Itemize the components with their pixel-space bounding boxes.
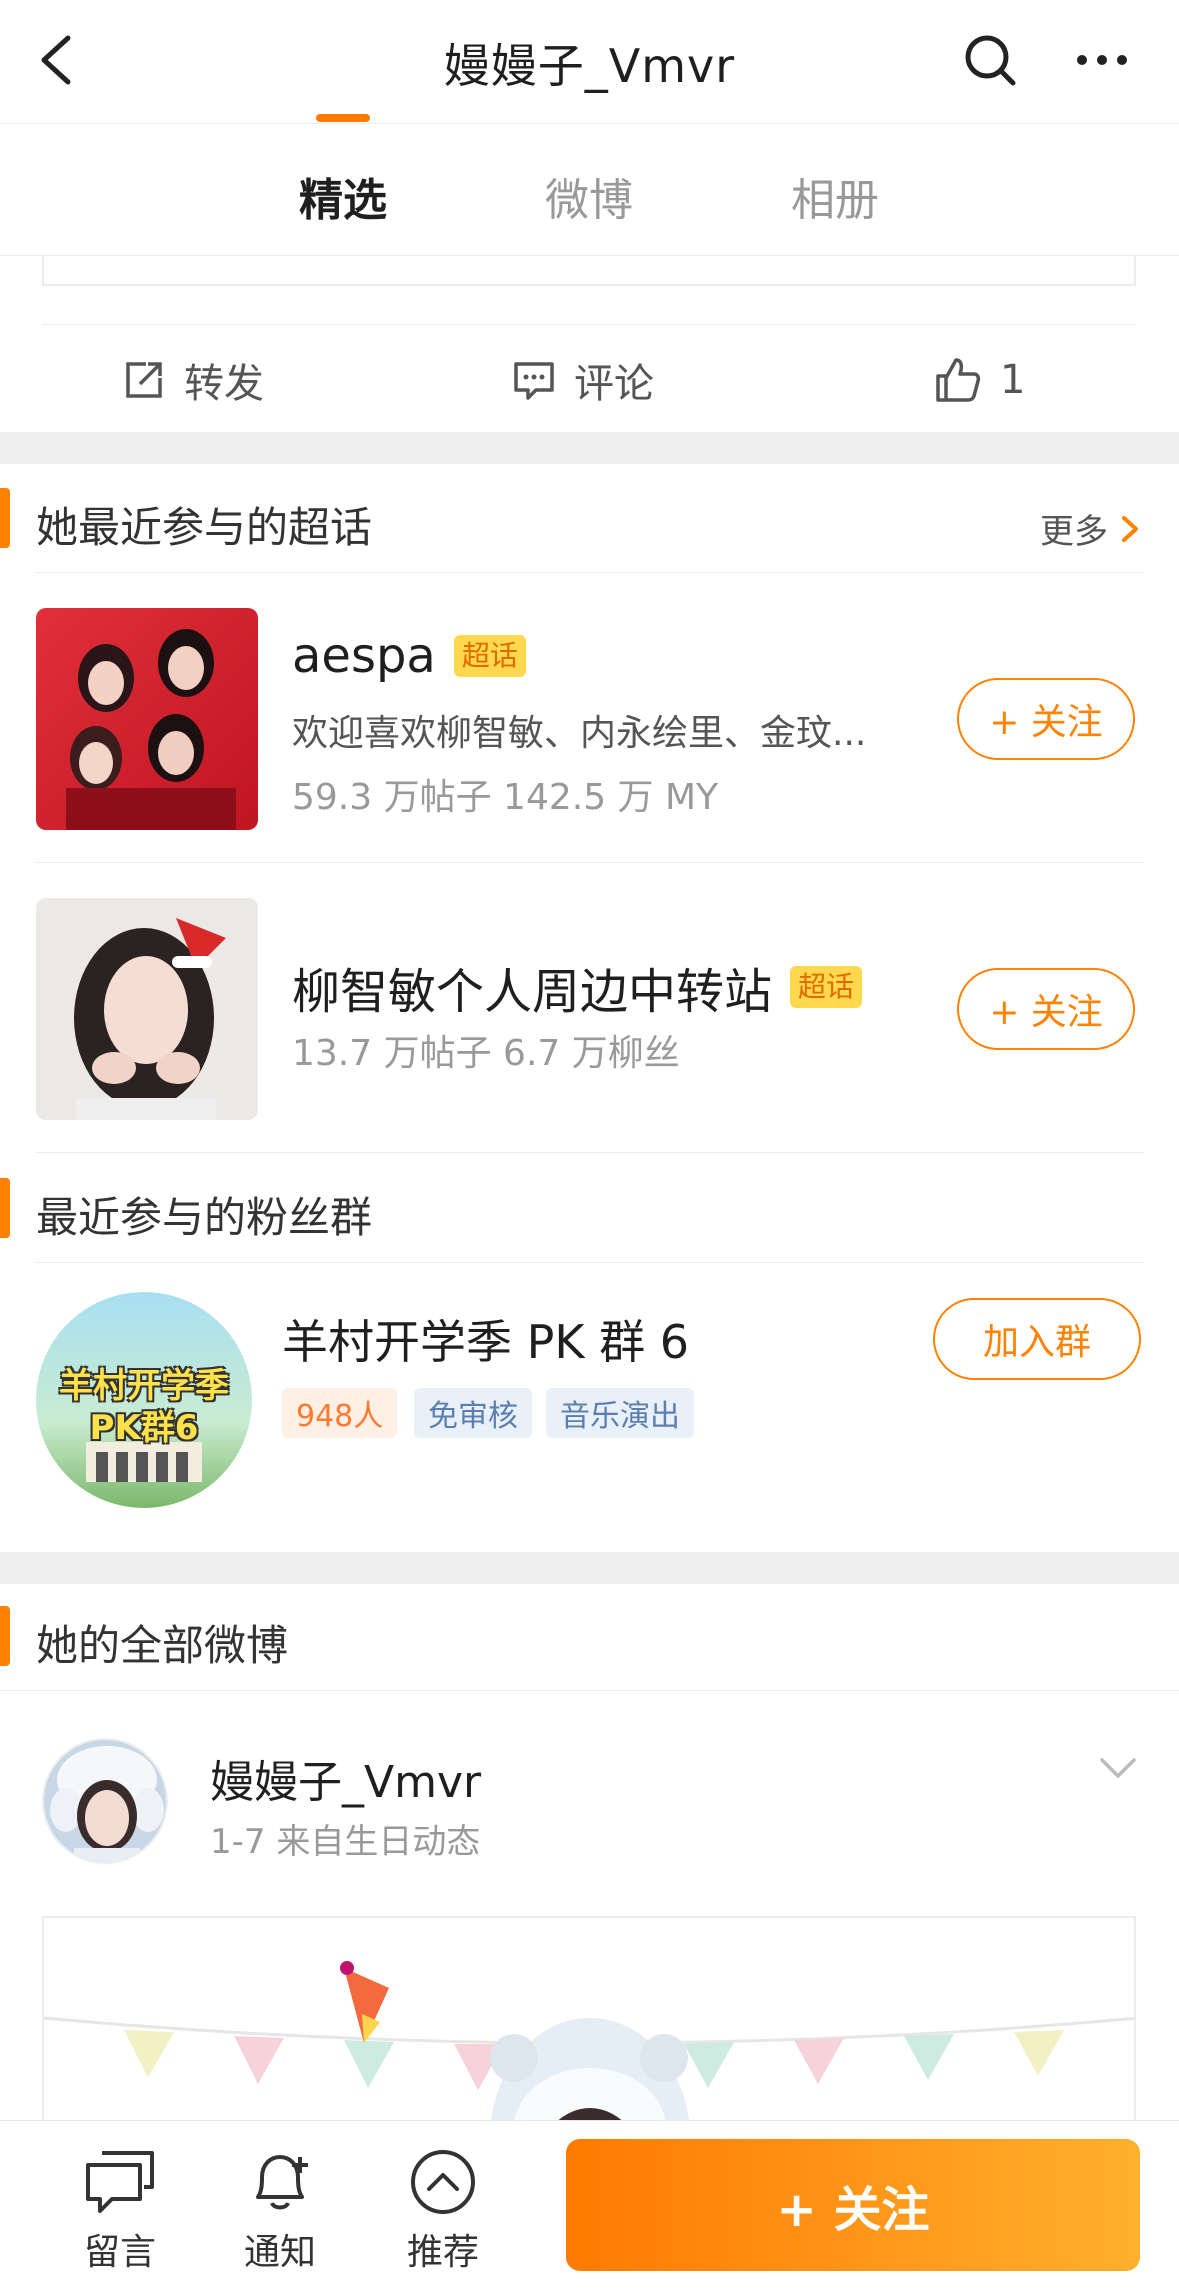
like-button[interactable]: 1 bbox=[934, 350, 1025, 410]
bottom-action-bar: 留言 通知 推荐 + 关注 bbox=[0, 2120, 1179, 2291]
avatar[interactable] bbox=[42, 1738, 168, 1864]
topic-stats: 59.3 万帖子 142.5 万 MY bbox=[292, 777, 719, 818]
super-topics-title: 她最近参与的超话 bbox=[36, 503, 373, 552]
notify-button[interactable]: 通知 bbox=[220, 2147, 340, 2275]
section-accent-bar bbox=[0, 1606, 10, 1666]
topic-name[interactable]: 柳智敏个人周边中转站 超话 bbox=[292, 952, 863, 1022]
recommend-label: 推荐 bbox=[406, 2232, 479, 2273]
all-posts-title: 她的全部微博 bbox=[36, 1621, 289, 1670]
repost-button[interactable]: 转发 bbox=[122, 350, 264, 410]
group-avatar[interactable]: 羊村开学季 PK群6 bbox=[36, 1292, 252, 1508]
tab-album[interactable]: 相册 bbox=[765, 164, 905, 228]
divider bbox=[42, 324, 1136, 325]
chevron-right-icon bbox=[1122, 515, 1138, 542]
topic-thumbnail-aespa[interactable] bbox=[36, 608, 258, 830]
previous-post-card bbox=[42, 256, 1136, 286]
message-board-button[interactable]: 留言 bbox=[60, 2147, 180, 2275]
topic-name-text: aespa bbox=[292, 628, 436, 684]
section-accent-bar bbox=[0, 1178, 10, 1238]
super-topic-badge: 超话 bbox=[453, 635, 526, 677]
group-photo-icon bbox=[66, 629, 236, 830]
topic-description: 欢迎喜欢柳智敏、内永绘里、金玟... bbox=[292, 713, 867, 754]
divider bbox=[0, 1690, 1179, 1691]
group-name[interactable]: 羊村开学季 PK 群 6 bbox=[282, 1306, 689, 1372]
super-topic-badge: 超话 bbox=[790, 966, 863, 1008]
portrait-photo-icon bbox=[74, 918, 226, 1120]
group-category-tag: 音乐演出 bbox=[546, 1388, 694, 1438]
message-icon bbox=[86, 2151, 154, 2213]
group-avatar-text-2: PK群6 bbox=[89, 1408, 199, 1448]
divider bbox=[36, 862, 1144, 863]
comment-icon bbox=[514, 362, 554, 400]
search-icon[interactable] bbox=[960, 30, 1020, 90]
join-group-button[interactable]: 加入群 bbox=[933, 1298, 1141, 1380]
topic-name-text: 柳智敏个人周边中转站 bbox=[292, 964, 773, 1020]
section-gap bbox=[0, 1552, 1179, 1584]
repost-icon bbox=[126, 362, 162, 398]
post-meta: 1-7 来自生日动态 bbox=[210, 1822, 481, 1862]
group-no-review-tag: 免审核 bbox=[414, 1388, 532, 1438]
notify-label: 通知 bbox=[243, 2232, 316, 2273]
more-topics-link[interactable]: 更多 bbox=[1040, 504, 1144, 553]
avatar-portrait-icon bbox=[50, 1746, 164, 1862]
follow-topic-button[interactable]: + 关注 bbox=[957, 968, 1135, 1050]
recommend-button[interactable]: 推荐 bbox=[383, 2147, 503, 2275]
divider bbox=[36, 1262, 1144, 1263]
message-label: 留言 bbox=[83, 2232, 156, 2273]
post-author-name[interactable]: 嫚嫚子_Vmvr bbox=[210, 1746, 481, 1810]
tab-indicator bbox=[316, 114, 370, 122]
comment-button[interactable]: 评论 bbox=[512, 350, 654, 410]
topic-name[interactable]: aespa 超话 bbox=[292, 628, 526, 684]
chevron-up-circle-icon bbox=[411, 2150, 475, 2214]
group-member-count-tag: 948人 bbox=[282, 1388, 398, 1438]
repost-label: 转发 bbox=[184, 361, 264, 407]
tab-featured[interactable]: 精选 bbox=[273, 164, 413, 228]
divider bbox=[36, 572, 1144, 573]
tab-weibo[interactable]: 微博 bbox=[519, 164, 659, 228]
topic-stats: 13.7 万帖子 6.7 万柳丝 bbox=[292, 1033, 680, 1074]
topic-thumbnail-karina[interactable] bbox=[36, 898, 258, 1120]
more-label: 更多 bbox=[1040, 512, 1108, 552]
chevron-down-icon[interactable] bbox=[1096, 1748, 1140, 1788]
more-dots-icon[interactable] bbox=[1072, 30, 1132, 90]
bell-plus-icon bbox=[256, 2155, 308, 2210]
follow-user-button[interactable]: + 关注 bbox=[566, 2139, 1140, 2271]
section-accent-bar bbox=[0, 488, 10, 548]
like-count: 1 bbox=[1000, 357, 1026, 403]
section-gap bbox=[0, 432, 1179, 464]
thumbs-up-icon bbox=[936, 358, 981, 402]
comment-label: 评论 bbox=[574, 361, 654, 407]
divider bbox=[36, 1152, 1144, 1153]
follow-topic-button[interactable]: + 关注 bbox=[957, 678, 1135, 760]
fan-groups-title: 最近参与的粉丝群 bbox=[36, 1193, 373, 1242]
